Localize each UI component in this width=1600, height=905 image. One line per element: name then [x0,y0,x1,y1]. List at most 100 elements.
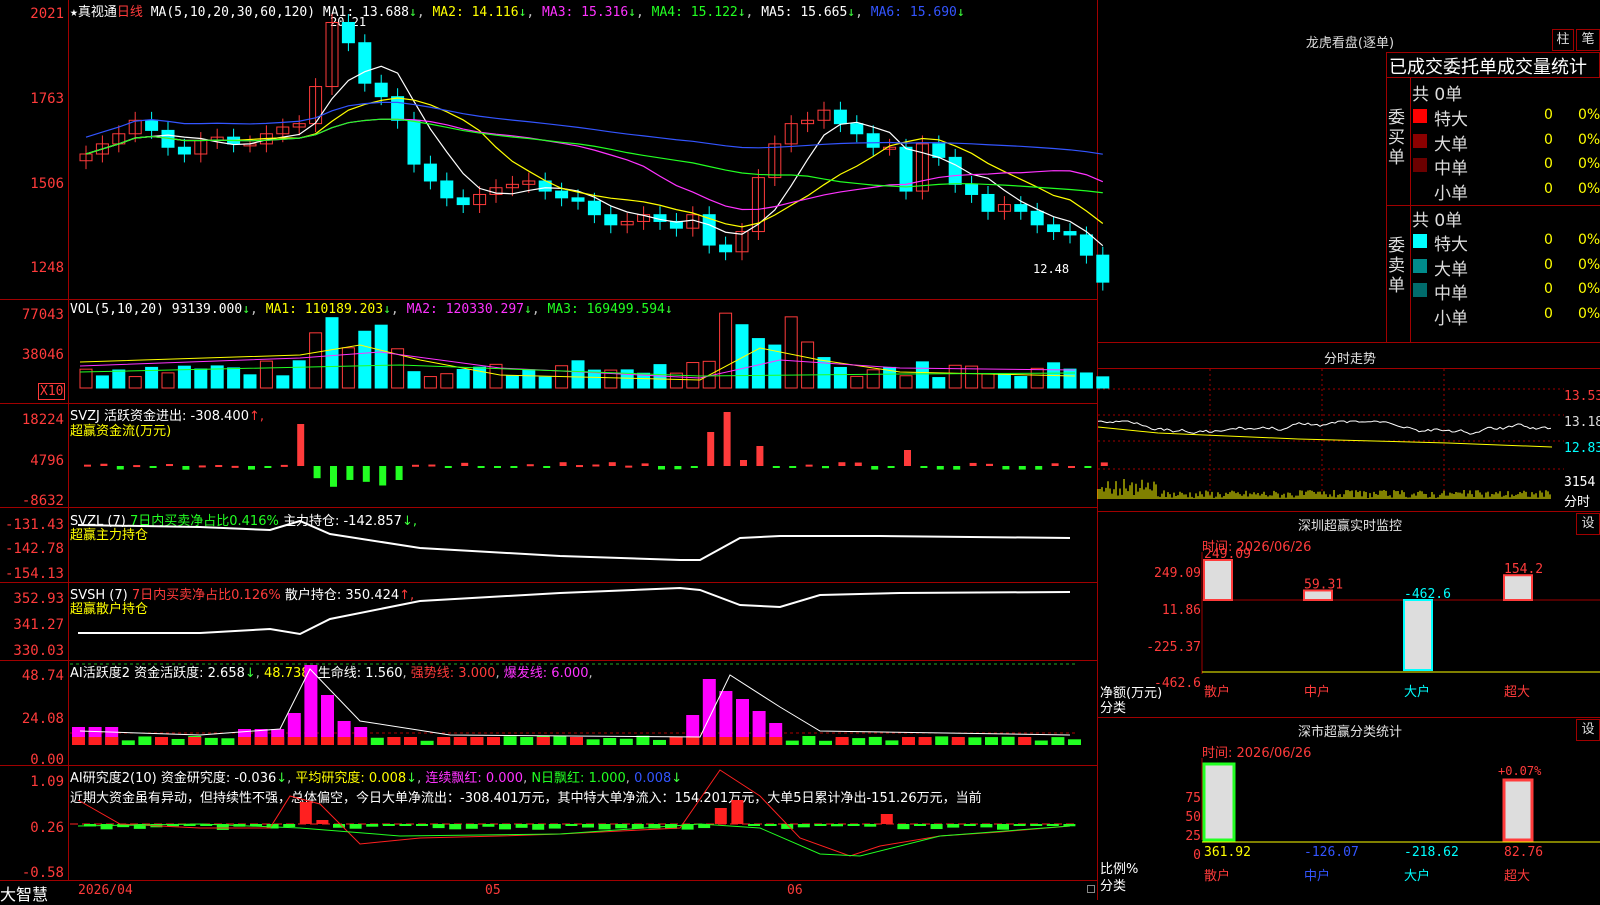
monitor-bar-label: 59.31 [1304,577,1343,592]
fund-flow-bar [904,450,911,466]
fund-flow-bar [936,466,944,470]
fund-flow-bar [166,464,173,467]
volume-bar [538,376,552,389]
research-bar [349,824,362,829]
activity-bar [553,736,567,745]
research-bar [482,824,495,827]
avg-price-line [1097,426,1553,448]
color-swatch [1413,133,1427,148]
color-swatch [1413,182,1427,197]
volume-bar [128,376,142,389]
fund-flow-bar [1068,465,1075,468]
order-type: 小单 [1434,183,1468,204]
research-bar [963,824,976,826]
volume-bar [620,369,634,389]
research-bar [283,824,296,828]
fund-flow-bar [297,424,305,466]
volume-bar [571,360,585,389]
fund-flow-bar [362,466,370,482]
fund-flow-bar [1051,463,1059,466]
fund-flow-bar [182,466,190,470]
order-row: 小单 0 0% [1412,179,1600,204]
monitor-bar-label: 249.09 [1204,547,1251,562]
activity-bar [603,737,617,745]
order-row: 大单 0 0% [1412,130,1600,155]
volume-chart[interactable] [0,300,1110,403]
activity-bar [885,740,899,745]
brand-logo[interactable]: 大智慧 [0,881,48,905]
fund-flow-bar [805,464,813,467]
order-type: 中单 [1434,284,1468,304]
volume-bar [817,357,831,389]
fenshi-title: 分时走势 [1323,352,1376,367]
research-bar [731,800,744,824]
monitor-bar [1403,599,1433,671]
lock-icon[interactable] [1087,885,1095,893]
activity-bar [1034,740,1048,745]
research-bar [897,824,910,830]
fund-flow-bar [986,463,993,466]
activity-bar [653,739,666,745]
svsh-chart[interactable] [0,583,1098,660]
order-row: 中单 0 0% [1412,279,1600,304]
candle [719,244,733,253]
tab-bar[interactable]: 柱 [1552,29,1574,51]
fund-flow-bar [887,466,895,468]
svzj-chart[interactable] [0,404,1108,507]
fund-flow-bar [854,462,862,466]
volume-bar [456,369,470,389]
longhu-header: 已成交委托单成交量统计 [1386,52,1600,78]
order-row: 特大 0 0% [1412,105,1600,130]
candle [456,197,470,206]
volume-bar [866,369,880,389]
color-swatch [1413,234,1427,248]
volume-bar [309,332,323,389]
aiyj-chart[interactable] [0,766,1098,880]
research-bar [366,824,379,827]
sz-class-chart[interactable]: 361.92 散户 -126.07 中户 -218.62 大户 82.76 超大 +0.07% [1098,718,1600,900]
fund-flow-bar [379,466,387,486]
research-bar [1030,824,1043,826]
activity-bar-base [686,737,700,745]
fund-flow-bar [641,463,649,466]
activity-bar-base [736,737,749,745]
order-count: 0 [1544,156,1553,172]
volume-bar [932,377,946,389]
activity-bar-base [487,737,500,745]
research-bar [382,824,395,826]
research-bar [515,824,528,828]
candlestick-chart[interactable] [0,0,1110,299]
x-tick: 05 [485,883,501,898]
volume-bar [325,317,339,389]
fund-flow-bar [100,463,108,466]
research-bar [416,824,428,826]
research-line [77,769,1071,857]
activity-bar-base [105,737,119,745]
fund-flow-bar [576,465,583,468]
candle [948,156,962,185]
sz-monitor-chart[interactable]: 249.09 散户 59.31 中户 -462.6 大户 154.2 超大 [1098,512,1600,717]
fund-flow-bar [346,466,354,480]
activity-bar [868,736,882,745]
research-bar [864,824,877,827]
fund-flow-bar [526,464,534,467]
color-swatch [1413,109,1427,123]
fund-flow-bar [772,466,780,468]
activity-bar-base [337,737,351,745]
order-type: 小单 [1434,308,1468,329]
research-bar [947,824,960,828]
order-pct: 0% [1578,131,1600,148]
activity-bar-base [238,737,251,745]
activity-bar-base [437,737,451,745]
svzl-chart[interactable] [0,508,1098,582]
class-value: 82.76 [1504,845,1543,860]
price-line [1097,420,1552,435]
activity-bar [370,737,384,745]
order-row: 小单 0 0% [1412,304,1600,329]
tab-tick[interactable]: 笔 [1576,29,1600,51]
intraday-chart[interactable] [1097,369,1564,509]
activity-bar [520,736,534,745]
monitor-bar-label: -462.6 [1404,587,1451,602]
aihy-chart[interactable] [0,661,1098,765]
activity-bar-base [287,737,301,745]
